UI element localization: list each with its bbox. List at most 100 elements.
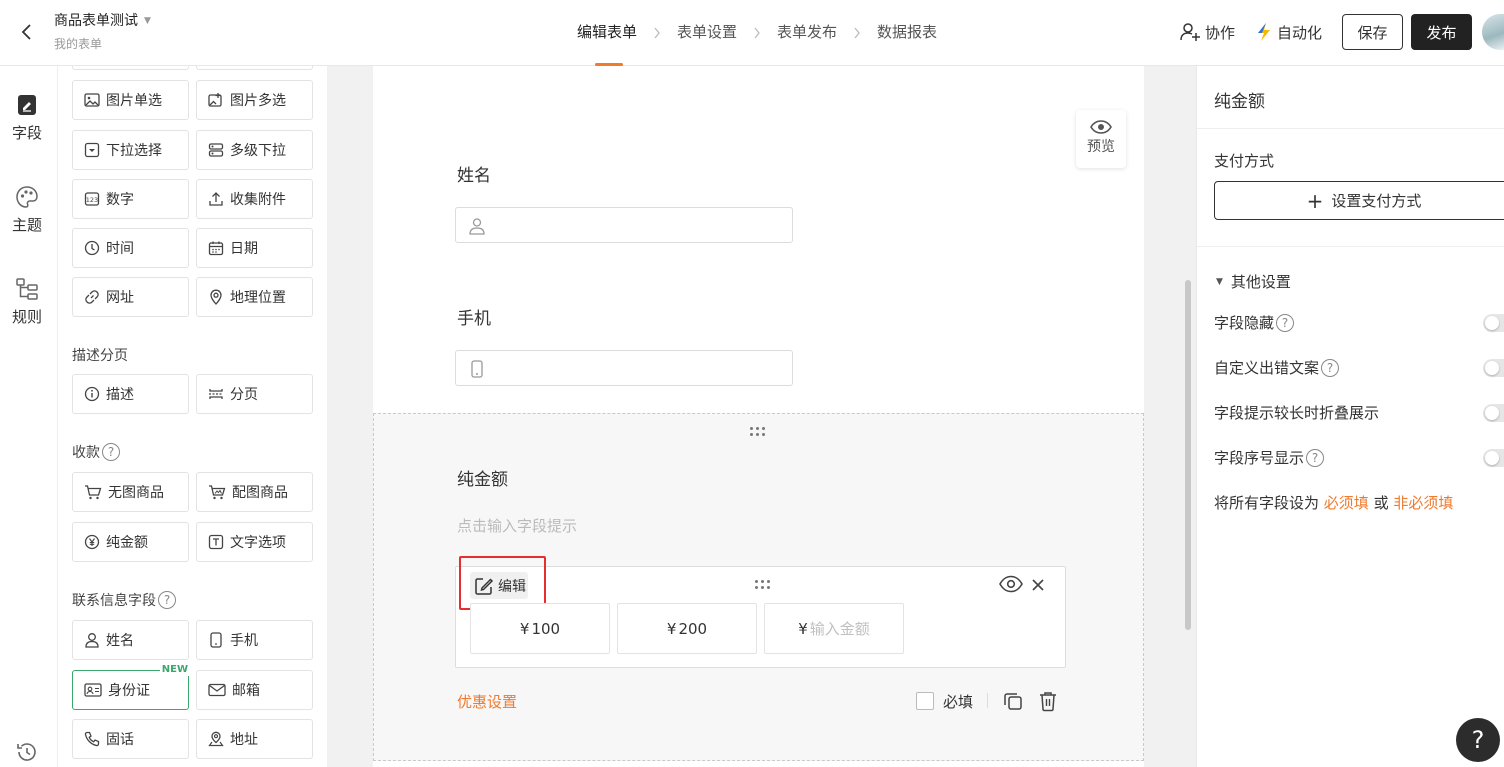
palette-image-multi[interactable]: 图片多选 bbox=[196, 80, 313, 120]
palette-attachment[interactable]: 收集附件 bbox=[196, 179, 313, 219]
field-number-toggle[interactable] bbox=[1483, 449, 1504, 467]
automation-button[interactable]: 自动化 bbox=[1255, 22, 1322, 43]
required-label[interactable]: 必填 bbox=[943, 691, 973, 712]
palette-time[interactable]: 时间 bbox=[72, 228, 189, 268]
mail-icon bbox=[208, 683, 226, 697]
cart-icon bbox=[85, 485, 102, 500]
help-circle-icon[interactable]: ? bbox=[1306, 448, 1325, 467]
question-amount-label[interactable]: 纯金额 bbox=[457, 465, 508, 490]
cascade-icon bbox=[208, 143, 224, 157]
palette-location[interactable]: 地理位置 bbox=[196, 277, 313, 317]
svg-text:123: 123 bbox=[86, 196, 98, 204]
amount-option-100[interactable]: ¥100 bbox=[470, 603, 610, 654]
field-icon bbox=[14, 92, 40, 118]
form-title[interactable]: 商品表单测试 bbox=[54, 11, 138, 31]
cart-image-icon bbox=[209, 485, 226, 500]
nav-rules[interactable]: 规则 bbox=[0, 276, 54, 327]
custom-amount-placeholder: 输入金额 bbox=[809, 620, 870, 638]
mobile-icon bbox=[471, 360, 483, 378]
collaborate-button[interactable]: 协作 bbox=[1179, 22, 1235, 43]
set-all-required-link[interactable]: 必须填 bbox=[1324, 494, 1369, 512]
question-name-label[interactable]: 姓名 bbox=[457, 161, 491, 186]
nav-theme[interactable]: 主题 bbox=[0, 184, 54, 235]
palette-id-card[interactable]: 身份证 NEW bbox=[72, 664, 190, 710]
palette-url[interactable]: 网址 bbox=[72, 277, 189, 317]
copy-icon[interactable] bbox=[1002, 690, 1024, 712]
currency-symbol: ¥ bbox=[519, 619, 530, 638]
user-icon bbox=[85, 633, 99, 648]
palette-address[interactable]: 地址 bbox=[196, 719, 313, 759]
phone-input[interactable] bbox=[455, 350, 793, 386]
field-palette: 图片单选 图片多选 下拉选择 多级下拉 123 数字 收集附件 时间 日期 网址… bbox=[58, 66, 327, 767]
hide-field-toggle[interactable] bbox=[1483, 314, 1504, 332]
caret-down-icon: ▼ bbox=[1216, 276, 1223, 287]
help-circle-icon[interactable]: ? bbox=[158, 591, 176, 609]
step-form-settings[interactable]: 表单设置 bbox=[677, 0, 737, 66]
required-checkbox[interactable] bbox=[916, 692, 934, 710]
highlight-box bbox=[459, 556, 546, 610]
form-title-area[interactable]: 商品表单测试 ▼ 我的表单 bbox=[54, 11, 151, 53]
set-payment-method-button[interactable]: + 设置支付方式 bbox=[1214, 181, 1504, 220]
preview-button[interactable]: 预览 bbox=[1076, 110, 1126, 168]
palette-image-single[interactable]: 图片单选 bbox=[72, 80, 189, 120]
palette-cascade-dropdown[interactable]: 多级下拉 bbox=[196, 130, 313, 170]
location-pin-icon bbox=[210, 289, 222, 305]
other-settings-label: 其他设置 bbox=[1230, 273, 1291, 291]
palette-landline[interactable]: 固话 bbox=[72, 719, 189, 759]
image-icon bbox=[84, 93, 100, 107]
option-collapse-hint: 字段提示较长时折叠展示 bbox=[1214, 404, 1380, 422]
breadcrumb-my-forms[interactable]: 我的表单 bbox=[54, 35, 151, 53]
palette-number[interactable]: 123 数字 bbox=[72, 179, 189, 219]
step-form-publish[interactable]: 表单发布 bbox=[777, 0, 837, 66]
discount-settings-link[interactable]: 优惠设置 bbox=[457, 691, 517, 712]
currency-symbol: ¥ bbox=[666, 619, 677, 638]
step-edit-form[interactable]: 编辑表单 bbox=[577, 0, 637, 66]
options-drag-handle-icon[interactable] bbox=[755, 580, 770, 589]
drag-handle-icon[interactable] bbox=[750, 427, 765, 436]
nav-rules-label: 规则 bbox=[11, 308, 42, 326]
palette-phone[interactable]: 手机 bbox=[196, 620, 313, 660]
set-all-optional-link[interactable]: 非必须填 bbox=[1393, 494, 1453, 512]
palette-description[interactable]: 描述 bbox=[72, 374, 189, 414]
help-circle-icon[interactable]: ? bbox=[1321, 358, 1340, 377]
palette-pure-amount[interactable]: 纯金额 bbox=[72, 522, 189, 562]
page-break-icon bbox=[209, 389, 223, 399]
step-data-report[interactable]: 数据报表 bbox=[877, 0, 937, 66]
close-icon[interactable] bbox=[1030, 577, 1046, 593]
custom-amount-input[interactable]: ¥ 输入金额 bbox=[764, 603, 904, 654]
back-arrow-icon[interactable] bbox=[17, 22, 37, 42]
publish-button[interactable]: 发布 bbox=[1411, 14, 1472, 50]
palette-page-break[interactable]: 分页 bbox=[196, 374, 313, 414]
palette-product-with-image[interactable]: 配图商品 bbox=[196, 472, 313, 512]
palette-product-no-image[interactable]: 无图商品 bbox=[72, 472, 189, 512]
palette-dropdown[interactable]: 下拉选择 bbox=[72, 130, 189, 170]
help-circle-icon[interactable]: ? bbox=[1276, 313, 1295, 332]
palette-date[interactable]: 日期 bbox=[196, 228, 313, 268]
history-icon[interactable] bbox=[15, 740, 39, 764]
rule-icon bbox=[14, 276, 40, 302]
left-nav: 字段 主题 规则 bbox=[0, 66, 58, 767]
help-button[interactable]: ? bbox=[1456, 718, 1500, 762]
set-payment-label: 设置支付方式 bbox=[1331, 192, 1422, 210]
palette-email[interactable]: 邮箱 bbox=[196, 670, 313, 710]
palette-text-option[interactable]: 文字选项 bbox=[196, 522, 313, 562]
name-input[interactable] bbox=[455, 207, 793, 243]
canvas-scrollbar[interactable] bbox=[1185, 280, 1191, 630]
id-card-icon bbox=[84, 683, 102, 697]
collapse-hint-toggle[interactable] bbox=[1483, 404, 1504, 422]
other-settings-toggle[interactable]: ▼ 其他设置 bbox=[1216, 271, 1291, 292]
question-phone-label[interactable]: 手机 bbox=[457, 304, 491, 329]
field-hint-placeholder[interactable]: 点击输入字段提示 bbox=[457, 515, 577, 536]
amount-option-200[interactable]: ¥200 bbox=[617, 603, 757, 654]
title-dropdown-icon[interactable]: ▼ bbox=[144, 16, 151, 26]
save-button[interactable]: 保存 bbox=[1342, 14, 1403, 50]
trash-icon[interactable] bbox=[1038, 690, 1058, 712]
nav-fields[interactable]: 字段 bbox=[0, 92, 54, 143]
custom-error-toggle[interactable] bbox=[1483, 359, 1504, 377]
top-bar: 商品表单测试 ▼ 我的表单 编辑表单 表单设置 表单发布 数据报表 协作 自动化 … bbox=[0, 0, 1504, 66]
divider bbox=[1197, 128, 1504, 129]
help-circle-icon[interactable]: ? bbox=[102, 443, 120, 461]
palette-name[interactable]: 姓名 bbox=[72, 620, 189, 660]
yen-circle-icon bbox=[84, 534, 100, 550]
visibility-eye-icon[interactable] bbox=[999, 575, 1023, 593]
